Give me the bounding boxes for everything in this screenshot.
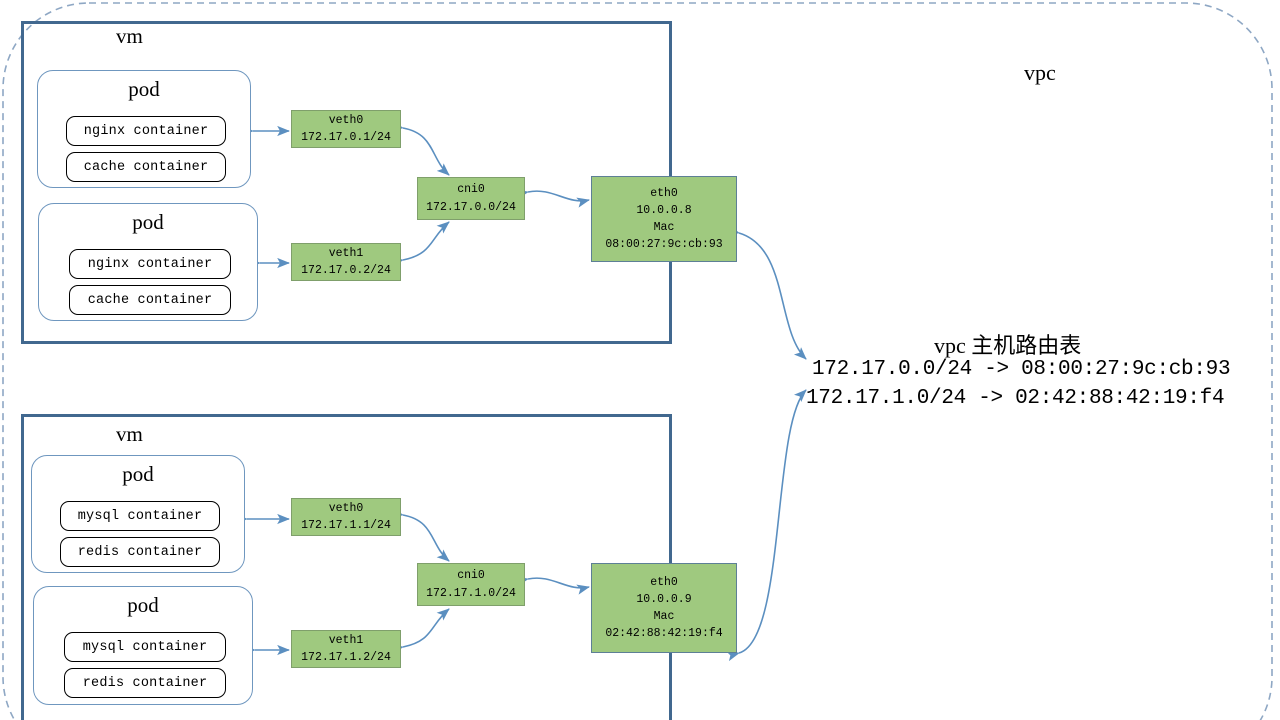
- eth0-name: eth0: [650, 575, 678, 589]
- container-box: cache container: [69, 285, 231, 315]
- cni0-box: cni0 172.17.1.0/24: [417, 563, 525, 606]
- veth0-cidr: 172.17.1.1/24: [301, 519, 391, 532]
- pod-title: pod: [132, 210, 164, 234]
- container-box: mysql container: [64, 632, 226, 662]
- pod-box: pod nginx container cache container: [37, 70, 251, 188]
- pod-box: pod mysql container redis container: [33, 586, 253, 705]
- veth1-box: veth1 172.17.0.2/24: [291, 243, 401, 281]
- pod-title: pod: [127, 593, 159, 617]
- cni0-name: cni0: [457, 569, 485, 583]
- cni0-cidr: 172.17.1.0/24: [426, 586, 516, 600]
- eth0-mac: 08:00:27:9c:cb:93: [605, 238, 723, 252]
- eth0-ip: 10.0.0.8: [636, 203, 692, 217]
- vpc-label: vpc: [1024, 60, 1056, 85]
- vm-label-bottom: vm: [116, 422, 143, 446]
- container-box: cache container: [66, 152, 226, 182]
- container-box: mysql container: [60, 501, 220, 531]
- container-box: redis container: [60, 537, 220, 567]
- eth0-mac-label: Mac: [653, 610, 675, 623]
- route-table-row: 172.17.1.0/24 -> 02:42:88:42:19:f4: [806, 387, 1225, 410]
- pod-title: pod: [122, 462, 154, 486]
- cni0-cidr: 172.17.0.0/24: [426, 200, 516, 214]
- cni0-name: cni0: [457, 183, 485, 197]
- eth0-box: eth0 10.0.0.8 Mac 08:00:27:9c:cb:93: [591, 176, 737, 262]
- pod-box: pod mysql container redis container: [31, 455, 245, 573]
- veth0-box: veth0 172.17.1.1/24: [291, 498, 401, 536]
- route-table-row: 172.17.0.0/24 -> 08:00:27:9c:cb:93: [812, 358, 1231, 381]
- link-eth0-route2: [726, 389, 807, 662]
- veth0-name: veth0: [328, 113, 364, 127]
- pod-title: pod: [128, 77, 160, 101]
- veth0-cidr: 172.17.0.1/24: [301, 131, 391, 144]
- veth1-box: veth1 172.17.1.2/24: [291, 630, 401, 668]
- route-table-title: vpc 主机路由表: [934, 333, 1082, 358]
- eth0-box: eth0 10.0.0.9 Mac 02:42:88:42:19:f4: [591, 563, 737, 653]
- veth0-name: veth0: [328, 501, 364, 515]
- pod-box: pod nginx container cache container: [38, 203, 258, 321]
- network-diagram: vm pod nginx container cache container p…: [0, 0, 1280, 720]
- container-box: nginx container: [66, 116, 226, 146]
- eth0-name: eth0: [650, 186, 678, 200]
- eth0-mac: 02:42:88:42:19:f4: [605, 627, 723, 641]
- link-eth0-route1: [726, 224, 807, 360]
- vm-label-top: vm: [116, 24, 143, 48]
- veth0-box: veth0 172.17.0.1/24: [291, 110, 401, 148]
- container-box: nginx container: [69, 249, 231, 279]
- veth1-cidr: 172.17.0.2/24: [301, 264, 391, 277]
- container-box: redis container: [64, 668, 226, 698]
- eth0-mac-label: Mac: [653, 221, 675, 234]
- veth1-cidr: 172.17.1.2/24: [301, 651, 391, 664]
- eth0-ip: 10.0.0.9: [636, 592, 692, 606]
- cni0-box: cni0 172.17.0.0/24: [417, 177, 525, 220]
- veth1-name: veth1: [328, 246, 364, 260]
- veth1-name: veth1: [328, 633, 364, 647]
